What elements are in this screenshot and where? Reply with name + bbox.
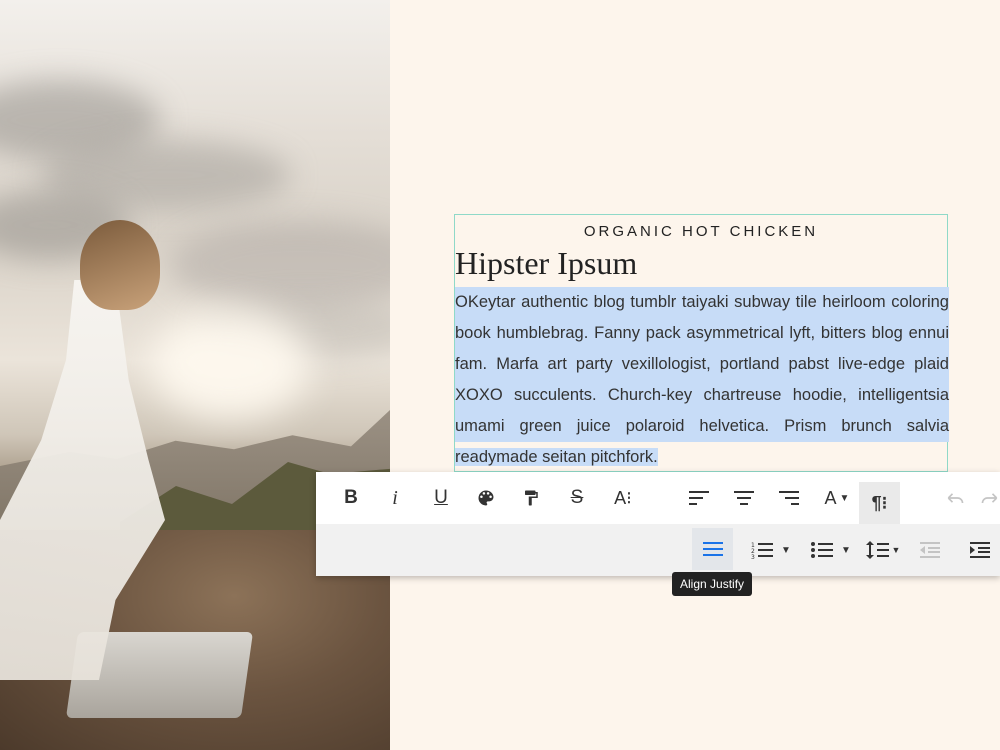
svg-text:3: 3 (751, 554, 755, 559)
text-color-button[interactable] (469, 478, 503, 518)
unordered-list-button[interactable]: ▼ (806, 530, 856, 570)
text-block[interactable]: ORGANIC HOT CHICKEN Hipster Ipsum OKeyta… (454, 214, 949, 473)
align-justify-icon (702, 542, 723, 556)
indent-icon (970, 542, 990, 558)
undo-icon (947, 493, 964, 504)
paragraph-line: book humblebrag. Fanny pack asymmetrical… (455, 318, 949, 349)
font-size-icon: A⁝ (614, 487, 632, 508)
palette-icon (478, 490, 494, 506)
heading[interactable]: Hipster Ipsum (455, 245, 637, 282)
paragraph-line: OKeytar authentic blog tumblr taiyaki su… (455, 287, 949, 318)
align-center-icon (734, 491, 754, 505)
bold-button[interactable]: B (334, 478, 368, 518)
font-size-button[interactable]: A⁝ (606, 478, 640, 518)
paragraph-line: fam. Marfa art party vexillologist, port… (455, 349, 949, 380)
align-right-icon (779, 491, 799, 505)
redo-button[interactable] (980, 478, 1000, 518)
ordered-list-icon: 123 (751, 542, 774, 559)
text-style-icon: A (824, 487, 837, 508)
underline-icon: U (434, 487, 448, 508)
align-justify-button[interactable] (692, 528, 733, 570)
paragraph-line-text: readymade seitan pitchfork. (455, 448, 658, 466)
toolbar-row-1: B i U S A⁝ A ▼ ¶⁝ (316, 472, 1000, 524)
chevron-down-icon: ▼ (891, 545, 901, 555)
chevron-down-icon: ▼ (781, 544, 791, 556)
tooltip: Align Justify (672, 572, 753, 596)
outdent-button[interactable] (914, 530, 946, 570)
paint-roller-icon (525, 490, 538, 506)
editor-toolbar: B i U S A⁝ A ▼ ¶⁝ 1 2 3 ▼ ▼ ▼ (316, 472, 1000, 576)
unordered-list-icon (811, 542, 834, 558)
strikethrough-button[interactable]: S (560, 478, 594, 518)
chevron-down-icon: ▼ (841, 544, 851, 556)
paragraph-line: XOXO succulents. Church-key chartreuse h… (455, 380, 949, 411)
sun-glow (150, 310, 310, 420)
hero-photo (0, 0, 390, 750)
woman-hair (80, 220, 160, 310)
eyebrow-text: ORGANIC HOT CHICKEN (583, 223, 819, 240)
toolbar-row-2: 123 ▼ ▼ ▼ (316, 524, 1000, 576)
format-painter-button[interactable] (514, 478, 548, 518)
undo-button[interactable] (938, 478, 972, 518)
underline-button[interactable]: U (424, 478, 458, 518)
italic-icon: i (392, 486, 398, 509)
paragraph-line: readymade seitan pitchfork. (455, 442, 949, 473)
strikethrough-icon: S (570, 487, 584, 508)
align-right-button[interactable] (772, 478, 806, 518)
body-paragraph[interactable]: OKeytar authentic blog tumblr taiyaki su… (455, 287, 949, 473)
paragraph-button[interactable]: ¶⁝ (859, 482, 900, 524)
text-style-button[interactable]: A ▼ (816, 478, 858, 518)
bold-icon: B (344, 487, 358, 508)
italic-button[interactable]: i (378, 478, 412, 518)
align-left-button[interactable] (682, 478, 716, 518)
ordered-list-button[interactable]: 123 ▼ (746, 530, 796, 570)
paragraph-line: umami green juice polaroid helvetica. Pr… (455, 411, 949, 442)
align-center-button[interactable] (727, 478, 761, 518)
align-left-icon (689, 491, 709, 505)
cloud (170, 220, 390, 310)
line-height-button[interactable]: ▼ (863, 530, 903, 570)
paragraph-icon: ¶⁝ (871, 492, 888, 513)
chevron-down-icon: ▼ (839, 492, 850, 504)
indent-button[interactable] (964, 530, 996, 570)
outdent-icon (920, 542, 940, 558)
redo-icon (981, 493, 998, 504)
line-height-icon (865, 541, 889, 559)
